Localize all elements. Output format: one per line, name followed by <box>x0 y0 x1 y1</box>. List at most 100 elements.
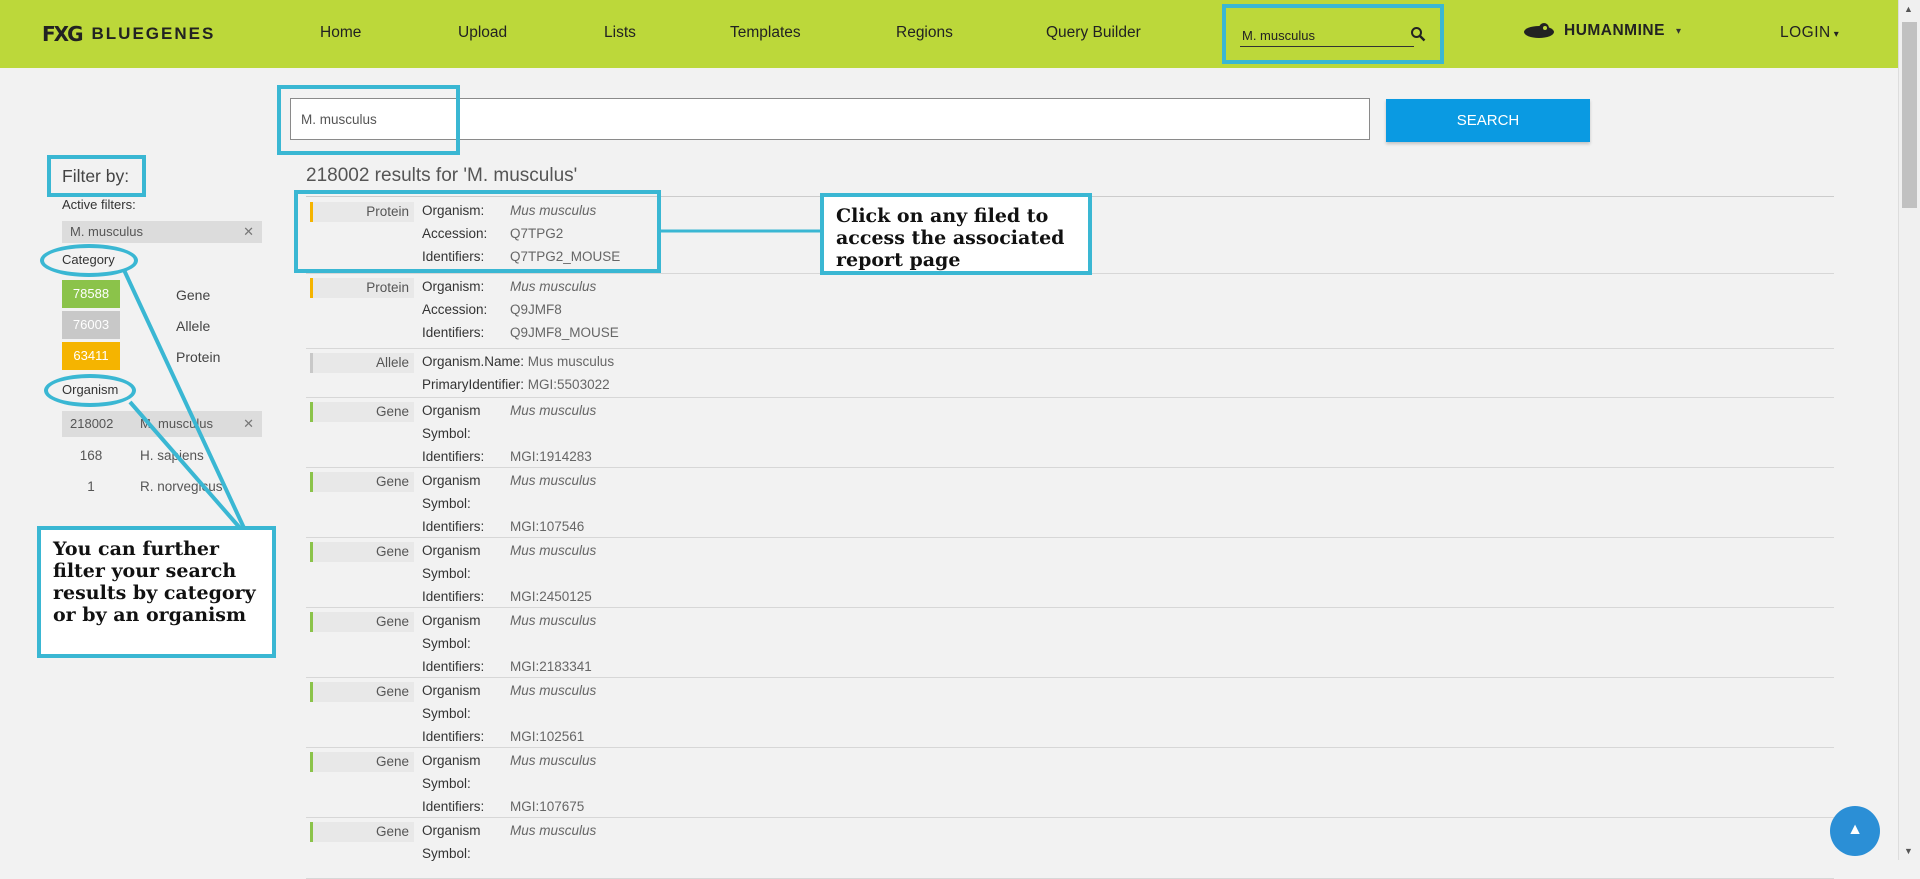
result-field-value[interactable]: Mus musculus <box>510 753 596 768</box>
login-button[interactable]: LOGIN ▾ <box>1780 24 1839 42</box>
result-field-label: Identifiers: <box>422 519 485 534</box>
result-field-value[interactable]: MGI:107546 <box>510 519 584 534</box>
chevron-down-icon: ▾ <box>1675 25 1681 37</box>
result-field-value[interactable]: MGI:1914283 <box>510 449 592 464</box>
brand-name: BLUEGENES <box>91 24 216 43</box>
result-type-tag: Gene <box>310 682 414 702</box>
category-count: 78588 <box>62 280 120 308</box>
result-field: PrimaryIdentifier: MGI:5503022 <box>422 377 610 392</box>
result-row[interactable]: Gene Organism Mus musculus Symbol: Identifie… <box>306 538 1834 608</box>
result-type-tag: Gene <box>310 752 414 772</box>
result-row[interactable]: Gene Organism Mus musculus Symbol: Identifie… <box>306 398 1834 468</box>
search-input-highlight <box>277 85 460 155</box>
results-count-title: 218002 results for 'M. musculus' <box>306 165 578 186</box>
active-filter-chip-label: M. musculus <box>70 224 143 239</box>
brand[interactable]: FXG BLUEGENES <box>42 22 215 46</box>
nav-lists[interactable]: Lists <box>604 24 636 42</box>
result-field-label: Symbol: <box>422 776 471 791</box>
top-navbar: FXG BLUEGENES Home Upload Lists Template… <box>0 0 1898 68</box>
organism-count: 168 <box>79 448 103 463</box>
result-field-value[interactable]: Mus musculus <box>528 354 614 369</box>
scroll-thumb[interactable] <box>1902 22 1917 208</box>
arrow-up-icon: ▲ <box>1847 821 1863 838</box>
result-field-value[interactable]: MGI:102561 <box>510 729 584 744</box>
result-field-value[interactable]: Q9JMF8_MOUSE <box>510 325 619 340</box>
filter-by-title: Filter by: <box>62 166 130 186</box>
category-count: 76003 <box>62 311 120 339</box>
result-type-tag: Gene <box>310 822 414 842</box>
result-field-value[interactable]: Mus musculus <box>510 543 596 558</box>
mine-name: HUMANMINE <box>1564 22 1665 39</box>
result-field-value[interactable]: Mus musculus <box>510 279 596 294</box>
result-field-label: Symbol: <box>422 426 471 441</box>
result-field-label: Organism: <box>422 279 485 294</box>
result-row[interactable]: Allele Organism.Name: Mus musculus Primary… <box>306 349 1834 398</box>
active-filters-label: Active filters: <box>62 197 136 212</box>
result-row[interactable]: Gene Organism Mus musculus Symbol: Identifie… <box>306 468 1834 538</box>
organism-name: R. norvegicus <box>140 479 223 494</box>
result-type-tag: Gene <box>310 402 414 422</box>
result-field-value[interactable]: Mus musculus <box>510 403 596 418</box>
result-field-value[interactable]: MGI:2450125 <box>510 589 592 604</box>
result-field-value[interactable]: Mus musculus <box>510 473 596 488</box>
result-field-value[interactable]: Q9JMF8 <box>510 302 562 317</box>
search-icon[interactable] <box>1410 26 1426 42</box>
organism-name: M. musculus <box>140 416 213 431</box>
mine-logo-icon <box>1524 23 1554 38</box>
result-type-tag: Gene <box>310 472 414 492</box>
result-field-value[interactable]: Mus musculus <box>510 613 596 628</box>
filter-callout: You can further filter your search resul… <box>37 526 276 658</box>
result-type-tag: Gene <box>310 542 414 562</box>
close-icon[interactable]: ✕ <box>243 221 254 243</box>
result-field-label: Symbol: <box>422 496 471 511</box>
result-field-label: Identifiers: <box>422 589 485 604</box>
first-result-highlight <box>294 190 661 273</box>
result-row[interactable]: Gene Organism Mus musculus Symbol: <box>306 818 1834 879</box>
result-field-label: Identifiers: <box>422 659 485 674</box>
result-field-value[interactable]: Mus musculus <box>510 683 596 698</box>
scroll-up-arrow-icon[interactable]: ▲ <box>1904 4 1913 14</box>
result-field-value[interactable]: MGI:107675 <box>510 799 584 814</box>
active-filter-chip[interactable]: M. musculus ✕ <box>62 221 262 243</box>
result-row[interactable]: Gene Organism Mus musculus Symbol: Identifie… <box>306 678 1834 748</box>
result-row[interactable]: Gene Organism Mus musculus Symbol: Identifie… <box>306 748 1834 818</box>
close-icon[interactable]: ✕ <box>243 411 254 437</box>
result-field-label: Identifiers: <box>422 325 485 340</box>
result-field-label: Identifiers: <box>422 729 485 744</box>
result-row[interactable]: Protein Organism: Mus musculus Accession: Q9… <box>306 274 1834 349</box>
result-type-tag: Allele <box>310 353 414 373</box>
nav-upload[interactable]: Upload <box>458 24 507 42</box>
result-field-value[interactable]: Mus musculus <box>510 823 596 838</box>
organism-count: 218002 <box>70 416 114 431</box>
result-field-label: Accession: <box>422 302 488 317</box>
page-scrollbar[interactable]: ▲ ▼ <box>1898 0 1920 860</box>
result-field-label: Symbol: <box>422 706 471 721</box>
result-field-label: Identifiers: <box>422 799 485 814</box>
chevron-down-icon: ▾ <box>1833 29 1840 40</box>
mine-selector[interactable]: HUMANMINE ▾ <box>1522 22 1681 40</box>
search-button[interactable]: SEARCH <box>1386 99 1590 142</box>
category-name: Allele <box>176 318 211 334</box>
navbar-search-highlight: M. musculus <box>1222 4 1444 64</box>
result-field-label: Symbol: <box>422 566 471 581</box>
nav-regions[interactable]: Regions <box>896 24 953 42</box>
organism-filter-selected[interactable]: 218002 M. musculus ✕ <box>62 411 262 437</box>
results-callout: Click on any filed to access the associa… <box>820 193 1092 275</box>
scroll-down-arrow-icon[interactable]: ▼ <box>1904 846 1913 856</box>
brand-logo: FXG <box>42 22 83 46</box>
result-field-value[interactable]: MGI:2183341 <box>510 659 592 674</box>
back-to-top-button[interactable]: ▲ <box>1830 806 1880 856</box>
result-field-label: PrimaryIdentifier: <box>422 377 525 392</box>
nav-query-builder[interactable]: Query Builder <box>1046 24 1141 42</box>
category-count: 63411 <box>62 342 120 370</box>
result-row[interactable]: Gene Organism Mus musculus Symbol: Identifie… <box>306 608 1834 678</box>
nav-templates[interactable]: Templates <box>730 24 801 42</box>
navbar-search-input[interactable]: M. musculus <box>1242 28 1315 43</box>
result-field-value[interactable]: MGI:5503022 <box>528 377 610 392</box>
result-field-label: Symbol: <box>422 636 471 651</box>
navbar-search-underline <box>1240 46 1414 47</box>
result-field-label: Organism <box>422 683 481 698</box>
nav-home[interactable]: Home <box>320 24 361 42</box>
category-name: Gene <box>176 287 211 303</box>
result-field-label: Organism <box>422 823 481 838</box>
